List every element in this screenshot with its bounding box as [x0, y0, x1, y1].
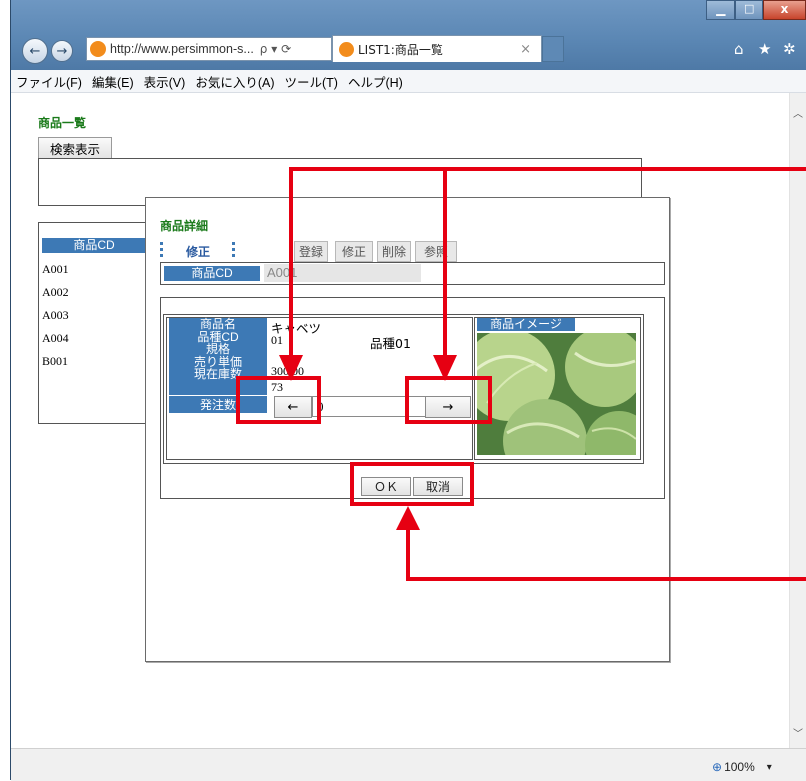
zoom-control[interactable]: ⊕ 100% ▾ [712, 760, 772, 774]
annotation-arrows [279, 167, 806, 581]
zoom-dropdown-icon[interactable]: ▾ [767, 762, 772, 773]
zoom-level: 100% [724, 760, 755, 774]
status-bar [11, 748, 806, 781]
zoom-icon: ⊕ [712, 760, 723, 774]
annotation-arrow-lines [289, 167, 806, 581]
annotation-arrowheads [279, 355, 457, 530]
